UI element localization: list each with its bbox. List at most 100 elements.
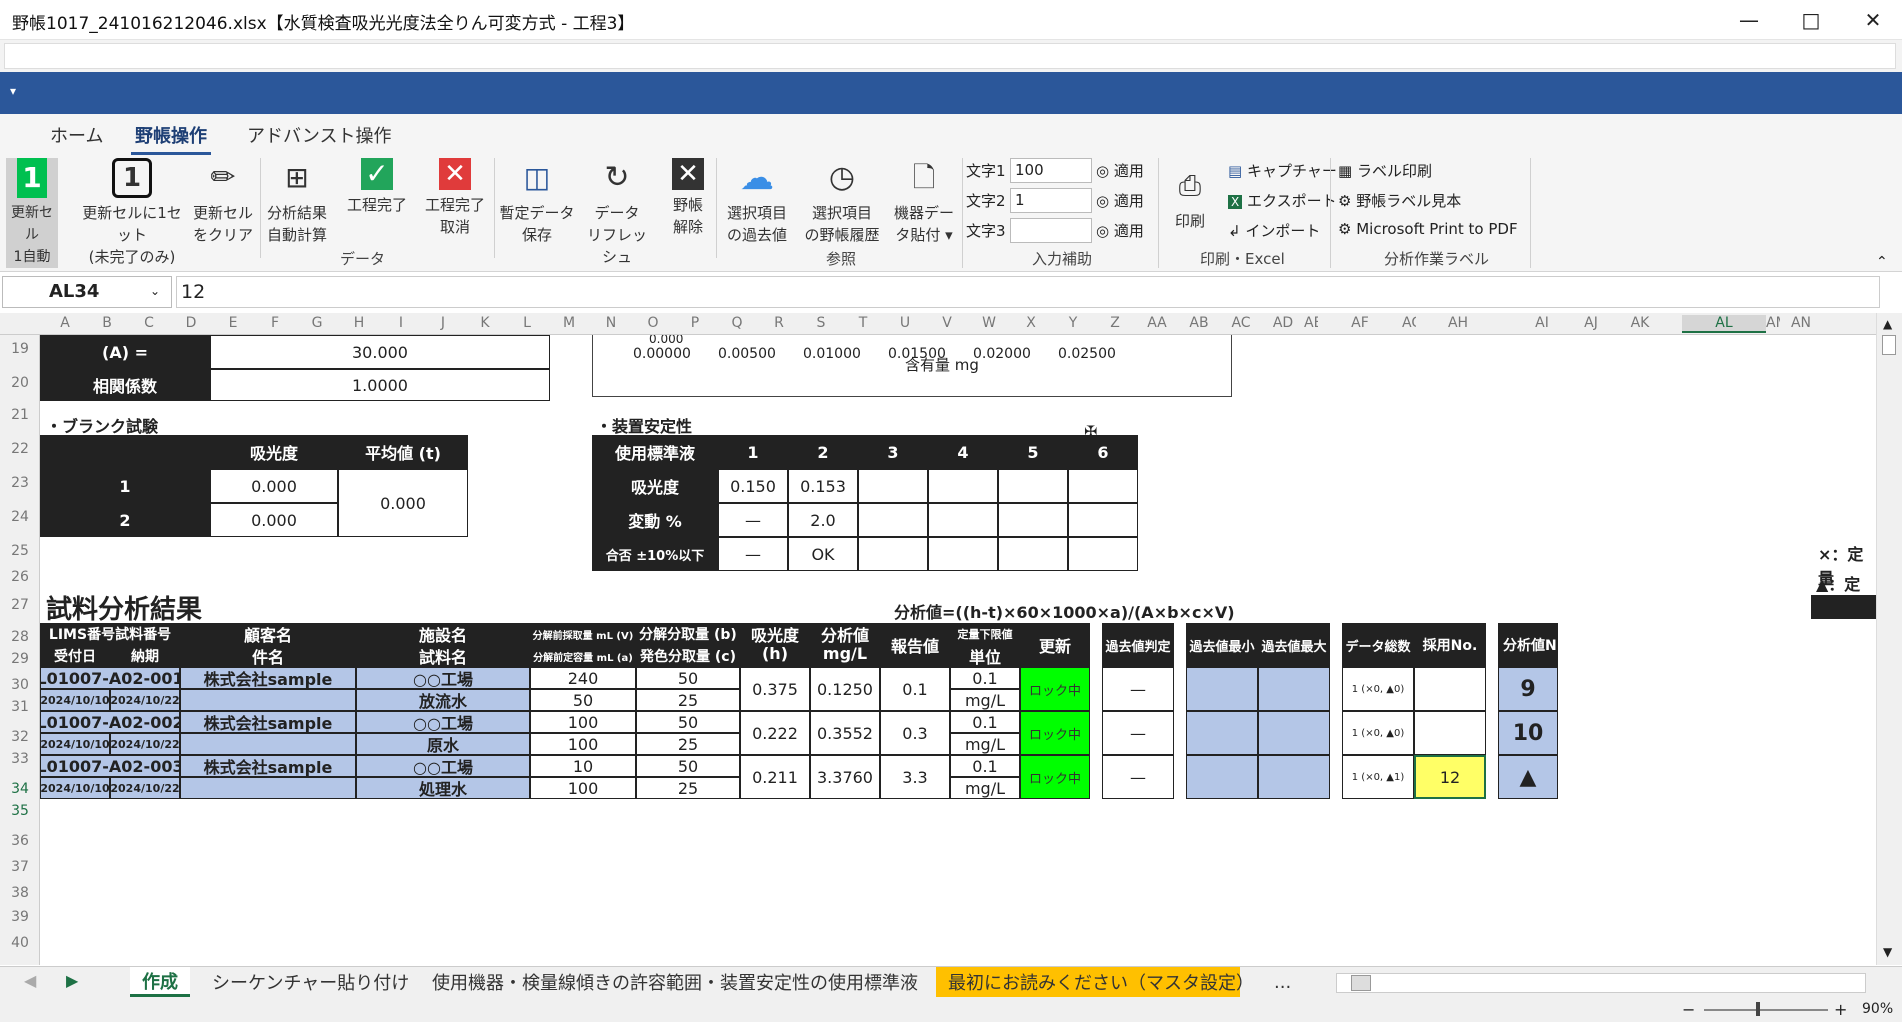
column-header-cell[interactable]: G xyxy=(296,315,338,331)
maximize-icon[interactable]: □ xyxy=(1784,0,1838,40)
address-field[interactable] xyxy=(4,43,1896,69)
zoom-in-button[interactable]: + xyxy=(1834,1000,1847,1019)
import-button[interactable]: ↲ インポート xyxy=(1228,220,1320,241)
received-date[interactable]: 2024/10/10 xyxy=(40,733,110,755)
column-header-cell[interactable]: S xyxy=(800,315,842,331)
sheet-tab-readme[interactable]: 最初にお読みください（マスタ設定） xyxy=(936,967,1254,997)
past-judgement[interactable]: — xyxy=(1102,755,1174,799)
column-header-cell[interactable]: E xyxy=(212,315,254,331)
report-value[interactable]: 0.3 xyxy=(880,711,950,755)
vol-a[interactable]: 50 xyxy=(530,689,636,711)
customer[interactable]: 株式会社sample xyxy=(180,667,356,689)
stability-cell[interactable]: — xyxy=(718,503,788,537)
quant-limit[interactable]: 0.1 xyxy=(950,667,1020,689)
analysis-value-n[interactable]: 10 xyxy=(1498,711,1558,755)
portion-b[interactable]: 50 xyxy=(636,755,740,777)
column-header-cell[interactable]: AI xyxy=(1500,315,1584,331)
process-complete-button[interactable]: ✓ 工程完了 xyxy=(342,158,412,216)
row-number[interactable]: 35 xyxy=(0,803,40,819)
column-header-cell[interactable]: AF xyxy=(1318,315,1402,331)
column-header-cell[interactable]: D xyxy=(170,315,212,331)
zoom-out-button[interactable]: − xyxy=(1682,1000,1695,1019)
apply1-button[interactable]: ◎ 適用 xyxy=(1096,160,1144,181)
sample-name[interactable]: 処理水 xyxy=(356,777,530,799)
text2-input[interactable]: 1 xyxy=(1010,188,1092,213)
unit[interactable]: mg/L xyxy=(950,777,1020,799)
analysis-value-n[interactable]: 9 xyxy=(1498,667,1558,711)
vol-a[interactable]: 100 xyxy=(530,777,636,799)
absorbance[interactable]: 0.375 xyxy=(740,667,810,711)
customer[interactable]: 株式会社sample xyxy=(180,755,356,777)
stability-cell[interactable] xyxy=(858,537,928,571)
stability-cell[interactable]: 2.0 xyxy=(788,503,858,537)
row-number[interactable]: 24 xyxy=(0,509,40,525)
name-box[interactable]: AL34 xyxy=(2,276,172,308)
column-header-cell[interactable]: C xyxy=(128,315,170,331)
vol-a[interactable]: 100 xyxy=(530,733,636,755)
row-number[interactable]: 40 xyxy=(0,935,40,951)
data-count[interactable]: 1 (×0, ▲1) xyxy=(1342,755,1414,799)
update-cell-auto-button[interactable]: 1 更新セル 1自動 xyxy=(6,158,58,268)
stability-cell[interactable] xyxy=(998,469,1068,503)
due-date[interactable]: 2024/10/22 xyxy=(110,733,180,755)
clear-cell-button[interactable]: ✏ 更新セル をクリア xyxy=(190,158,256,246)
update-status[interactable]: ロック中 xyxy=(1020,755,1090,799)
customer[interactable]: 株式会社sample xyxy=(180,711,356,733)
scroll-down-icon[interactable]: ▼ xyxy=(1883,945,1892,959)
close-icon[interactable]: ✕ xyxy=(1846,0,1900,40)
stability-cell[interactable]: 0.150 xyxy=(718,469,788,503)
column-header-cell[interactable]: I xyxy=(380,315,422,331)
analysis-value[interactable]: 0.1250 xyxy=(810,667,880,711)
analysis-value-n[interactable]: ▲ xyxy=(1498,755,1558,799)
analysis-value[interactable]: 0.3552 xyxy=(810,711,880,755)
unit[interactable]: mg/L xyxy=(950,733,1020,755)
save-temp-button[interactable]: ◫ 暫定データ 保存 xyxy=(496,158,578,246)
past-max[interactable] xyxy=(1258,711,1330,755)
next-sheet-icon[interactable]: ▶ xyxy=(66,971,78,990)
blank-v1[interactable]: 0.000 xyxy=(210,469,338,503)
corr-value[interactable]: 1.0000 xyxy=(210,369,550,401)
history-button[interactable]: ◷ 選択項目 の野帳履歴 xyxy=(800,158,884,246)
data-count[interactable]: 1 (×0, ▲0) xyxy=(1342,667,1414,711)
lims-number[interactable]: L01007-A02-002 xyxy=(40,711,180,733)
past-judgement[interactable]: — xyxy=(1102,711,1174,755)
column-header-cell[interactable]: V xyxy=(926,315,968,331)
portion-b[interactable]: 50 xyxy=(636,667,740,689)
set-one-button[interactable]: 1 更新セルに1セット (未完了のみ) xyxy=(76,158,188,268)
stability-cell[interactable] xyxy=(928,503,998,537)
portion-c[interactable]: 25 xyxy=(636,777,740,799)
name-box-dropdown-icon[interactable]: ⌄ xyxy=(150,284,160,298)
sheet-tab-sequencer[interactable]: シーケンチャー貼り付け xyxy=(200,967,421,997)
adopt-number[interactable] xyxy=(1414,667,1486,711)
stability-cell[interactable]: 0.153 xyxy=(788,469,858,503)
column-header-cell[interactable]: U xyxy=(884,315,926,331)
label-sample-button[interactable]: ⚙ 野帳ラベル見本 xyxy=(1338,190,1461,211)
past-values-button[interactable]: ☁ 選択項目 の過去値 xyxy=(718,158,796,246)
column-header-cell[interactable]: AK xyxy=(1598,315,1682,331)
stability-cell[interactable] xyxy=(998,503,1068,537)
row-number[interactable]: 25 xyxy=(0,543,40,559)
row-number[interactable]: 21 xyxy=(0,407,40,423)
row-number[interactable]: 19 xyxy=(0,341,40,357)
printer-select[interactable]: ⚙ Microsoft Print to PDF xyxy=(1338,220,1518,238)
column-header-cell[interactable]: X xyxy=(1010,315,1052,331)
a-value[interactable]: 30.000 xyxy=(210,335,550,369)
stability-cell[interactable] xyxy=(1068,503,1138,537)
row-number[interactable]: 26 xyxy=(0,569,40,585)
column-header-cell[interactable]: B xyxy=(86,315,128,331)
absorbance[interactable]: 0.222 xyxy=(740,711,810,755)
case-name[interactable] xyxy=(180,689,356,711)
facility[interactable]: ○○工場 xyxy=(356,667,530,689)
column-header-cell[interactable]: Z xyxy=(1094,315,1136,331)
column-header-cell[interactable]: AB xyxy=(1178,315,1220,331)
tab-home[interactable]: ホーム xyxy=(46,122,107,148)
report-value[interactable]: 3.3 xyxy=(880,755,950,799)
collapse-ribbon-icon[interactable]: ⌃ xyxy=(1876,254,1888,270)
row-number[interactable]: 23 xyxy=(0,475,40,491)
column-header-cell[interactable]: AH xyxy=(1416,315,1500,331)
blank-v2[interactable]: 0.000 xyxy=(210,503,338,537)
stability-cell[interactable] xyxy=(858,503,928,537)
portion-c[interactable]: 25 xyxy=(636,689,740,711)
column-header-cell[interactable]: O xyxy=(632,315,674,331)
blank-avg[interactable]: 0.000 xyxy=(338,469,468,537)
